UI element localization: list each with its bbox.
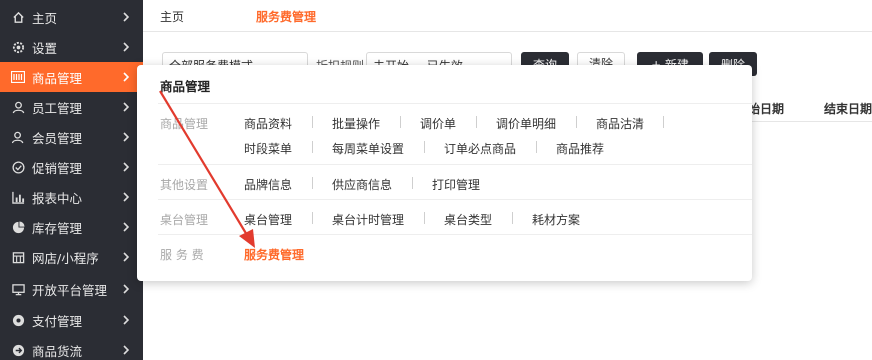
divider [312,116,313,128]
sidebar-item-label: 主页 [32,10,58,26]
sidebar-item-member[interactable]: 会员管理 [0,122,143,152]
sidebar-item-label: 报表中心 [32,190,83,206]
menu-item-goods-info[interactable]: 商品资料 [244,115,292,132]
divider [158,234,752,235]
tab-home[interactable]: 主页 [160,8,184,25]
menu-item-time-menu[interactable]: 时段菜单 [244,140,292,157]
menu-item-required-items[interactable]: 订单必点商品 [444,140,516,157]
chevron-right-icon [123,162,130,172]
divider [512,212,513,224]
menu-item-consumables[interactable]: 耗材方案 [532,211,580,228]
divider [312,141,313,153]
menu-item-price-adjust-detail[interactable]: 调价单明细 [496,115,556,132]
sidebar-item-open-platform[interactable]: 开放平台管理 [0,274,143,304]
divider [158,103,752,104]
column-header-end-date: 结束日期 [824,102,872,116]
menu-item-supplier-info[interactable]: 供应商信息 [332,176,392,193]
sidebar-item-home[interactable]: 主页 [0,2,143,32]
divider [400,116,401,128]
chevron-right-icon [123,132,130,142]
pie-icon [11,220,25,234]
member-icon [11,130,25,144]
sidebar-item-report[interactable]: 报表中心 [0,182,143,212]
sidebar-item-payment[interactable]: 支付管理 [0,305,143,335]
pay-icon [11,313,25,327]
sidebar-item-store[interactable]: 网店/小程序 [0,242,143,272]
menu-item-table-mgmt[interactable]: 桌台管理 [244,211,292,228]
chevron-right-icon [123,42,130,52]
sidebar-item-goods[interactable]: 商品管理 [0,62,143,92]
gear-icon [11,40,25,54]
chevron-right-icon [123,12,130,22]
divider [312,177,313,189]
menu-item-price-adjust[interactable]: 调价单 [420,115,456,132]
staff-icon [11,100,25,114]
chevron-right-icon [123,72,130,82]
divider [663,116,664,128]
divider [312,212,313,224]
tab-service-fee[interactable]: 服务费管理 [256,8,316,25]
menu-item-weekly-menu[interactable]: 每周菜单设置 [332,140,404,157]
sidebar-item-label: 支付管理 [32,313,83,329]
menu-item-brand-info[interactable]: 品牌信息 [244,176,292,193]
sidebar: 主页 设置 商品管理 员工管理 会员管理 促销管理 报表中心 库存管理 网店/小… [0,0,143,360]
sidebar-item-label: 员工管理 [32,100,83,116]
divider [412,177,413,189]
chevron-right-icon [123,284,130,294]
group-label-service-fee: 服 务 费 [160,248,204,262]
menu-item-sold-out[interactable]: 商品沽清 [596,115,644,132]
divider [476,116,477,128]
tab-bar: 主页 服务费管理 [143,0,872,32]
monitor-icon [11,282,25,296]
divider [158,164,752,165]
store-icon [11,250,25,264]
group-label-other: 其他设置 [160,178,209,192]
flow-icon [11,343,25,357]
sidebar-item-label: 会员管理 [32,130,83,146]
promo-icon [11,160,25,174]
chevron-right-icon [123,345,130,355]
sidebar-item-label: 商品货流 [32,343,83,359]
chevron-right-icon [123,102,130,112]
menu-item-table-type[interactable]: 桌台类型 [444,211,492,228]
group-label-goods: 商品管理 [160,117,209,131]
menu-item-print-mgmt[interactable]: 打印管理 [432,176,480,193]
divider [576,116,577,128]
sidebar-item-staff[interactable]: 员工管理 [0,92,143,122]
menu-item-service-fee-mgmt[interactable]: 服务费管理 [244,246,304,263]
menu-item-recommend[interactable]: 商品推荐 [556,140,604,157]
chevron-right-icon [123,222,130,232]
submenu-title: 商品管理 [160,79,211,94]
divider [158,199,752,200]
goods-icon [11,70,25,84]
report-icon [11,190,25,204]
sidebar-item-label: 促销管理 [32,160,83,176]
menu-item-batch-ops[interactable]: 批量操作 [332,115,380,132]
chevron-right-icon [123,252,130,262]
divider [424,141,425,153]
chevron-right-icon [123,315,130,325]
divider [424,212,425,224]
sidebar-item-label: 库存管理 [32,220,83,236]
sidebar-item-label: 设置 [32,40,58,56]
sidebar-item-label: 开放平台管理 [32,282,108,298]
divider [536,141,537,153]
chevron-right-icon [123,192,130,202]
sidebar-item-flow[interactable]: 商品货流 [0,335,143,360]
goods-submenu-popup: 商品管理 商品管理 商品资料 批量操作 调价单 调价单明细 商品沽清 时段菜单 … [137,65,752,281]
sidebar-item-inventory[interactable]: 库存管理 [0,212,143,242]
sidebar-item-label: 商品管理 [32,70,83,86]
group-label-table: 桌台管理 [160,213,209,227]
sidebar-item-settings[interactable]: 设置 [0,32,143,62]
sidebar-item-label: 网店/小程序 [32,250,99,266]
home-icon [11,10,25,24]
menu-item-table-timer[interactable]: 桌台计时管理 [332,211,404,228]
sidebar-item-promo[interactable]: 促销管理 [0,152,143,182]
